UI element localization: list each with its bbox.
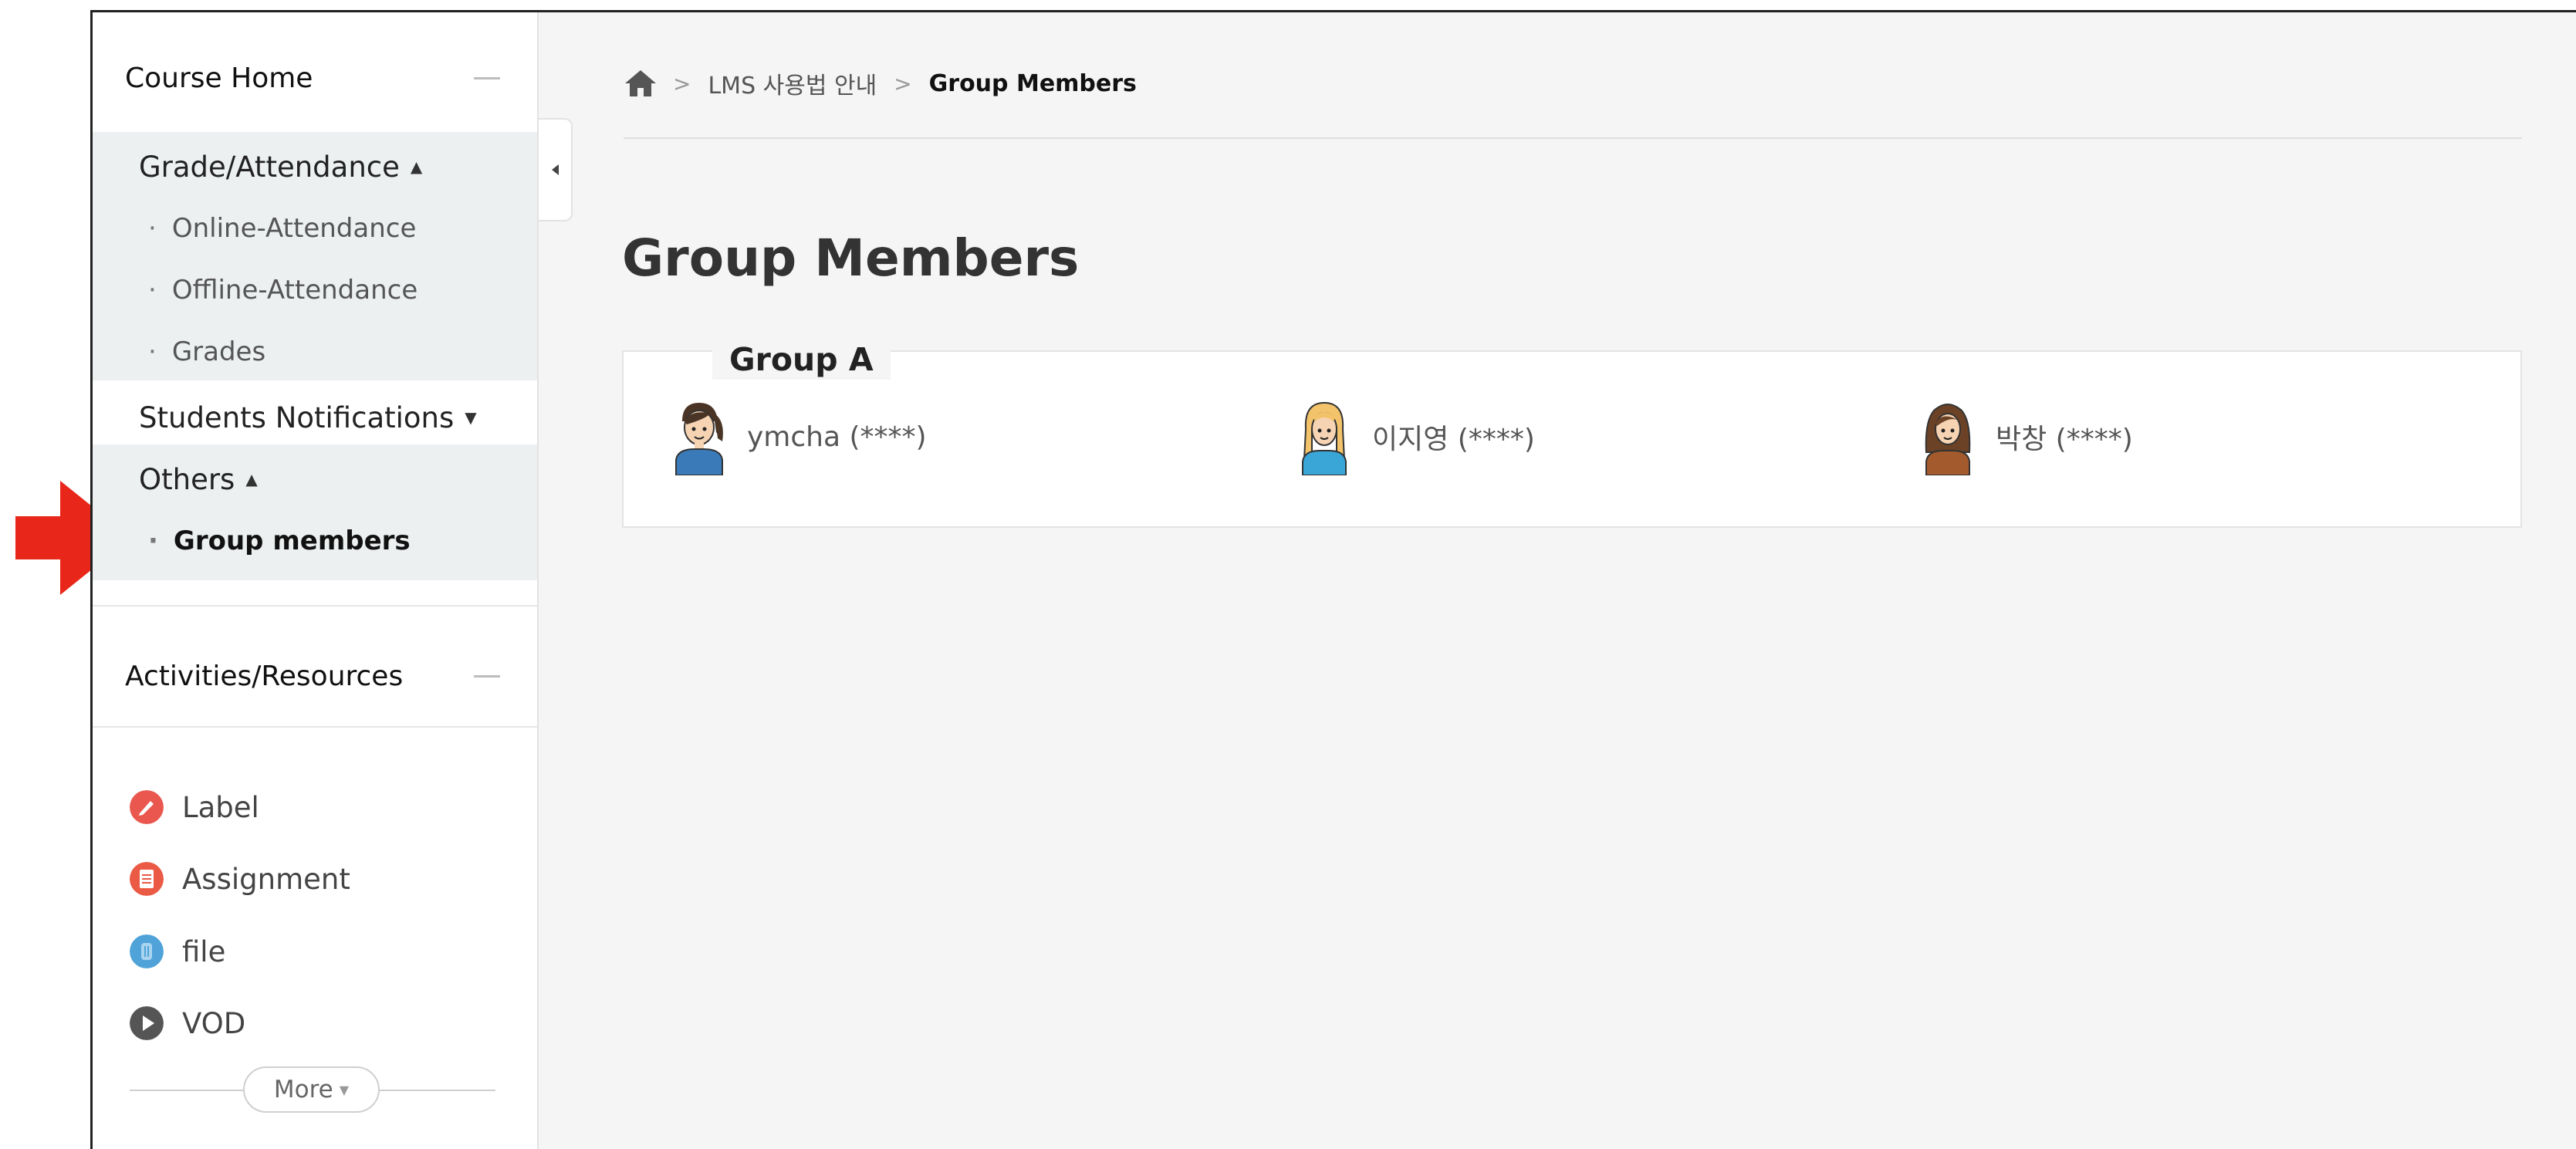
member-item[interactable]: 박창 (****)	[1920, 398, 2133, 475]
member-item[interactable]: 이지영 (****)	[1296, 398, 1535, 475]
girl-brown-hair-avatar-icon	[1925, 404, 1971, 475]
activity-label: Assignment	[182, 862, 350, 896]
home-icon[interactable]	[625, 70, 656, 96]
activity-assignment-item[interactable]: Assignment	[130, 856, 350, 902]
course-home-header[interactable]: Course Home	[93, 51, 537, 105]
grade-attendance-label: Grade/Attendance	[139, 150, 400, 184]
online-attendance-label: Online-Attendance	[171, 213, 417, 244]
activities-resources-label: Activities/Resources	[125, 660, 404, 692]
students-notifications-item[interactable]: Students Notifications ▼	[93, 390, 537, 444]
more-divider-left	[130, 1090, 243, 1091]
assignment-icon	[130, 862, 164, 896]
member-name: 박창 (****)	[1996, 424, 2133, 455]
group-members-item[interactable]: · Group members	[93, 518, 537, 564]
divider	[93, 605, 537, 607]
activity-file-item[interactable]: file	[130, 928, 225, 975]
bullet-icon: ·	[148, 275, 157, 306]
more-divider-right	[380, 1090, 495, 1091]
breadcrumb-current: Group Members	[928, 69, 1137, 97]
online-attendance-item[interactable]: · Online-Attendance	[93, 205, 537, 252]
member-name: ymcha (****)	[747, 421, 927, 453]
bullet-icon: ·	[148, 213, 157, 244]
breadcrumb-separator: >	[894, 70, 912, 96]
group-name: Group A	[712, 340, 891, 380]
course-home-label: Course Home	[125, 62, 313, 94]
more-label: More	[273, 1076, 333, 1103]
grades-item[interactable]: · Grades	[93, 329, 537, 375]
offline-attendance-item[interactable]: · Offline-Attendance	[93, 267, 537, 313]
girl-blonde-avatar-icon	[1302, 401, 1347, 475]
caret-up-icon: ▲	[410, 157, 423, 176]
header-divider	[624, 137, 2522, 139]
more-button[interactable]: More ▼	[243, 1066, 380, 1113]
sidebar: Course Home Grade/Attendance ▲ · Online-…	[93, 12, 539, 1149]
collapse-dash-icon[interactable]	[474, 76, 500, 79]
grade-attendance-item[interactable]: Grade/Attendance ▲	[93, 144, 537, 190]
page-title: Group Members	[622, 228, 1080, 288]
activity-label-item[interactable]: Label	[130, 784, 259, 830]
students-notifications-label: Students Notifications	[139, 400, 455, 434]
vod-icon	[130, 1006, 164, 1040]
caret-down-icon: ▼	[339, 1082, 350, 1097]
activity-label: Label	[182, 790, 259, 824]
file-icon	[130, 934, 164, 968]
sidebar-collapse-toggle[interactable]	[539, 118, 573, 221]
divider	[93, 726, 537, 728]
activity-vod-item[interactable]: VOD	[130, 1000, 245, 1046]
member-name: 이지영 (****)	[1372, 424, 1535, 455]
breadcrumb: > LMS 사용법 안내 > Group Members	[625, 66, 1137, 100]
collapse-dash-icon[interactable]	[474, 674, 500, 678]
girl-ponytail-avatar-icon	[675, 403, 723, 475]
offline-attendance-label: Offline-Attendance	[171, 275, 418, 306]
caret-down-icon: ▼	[465, 408, 477, 427]
label-icon	[130, 790, 164, 824]
breadcrumb-course-link[interactable]: LMS 사용법 안내	[708, 66, 877, 100]
breadcrumb-separator: >	[673, 70, 691, 96]
bullet-icon: ·	[148, 525, 158, 556]
grades-label: Grades	[171, 336, 266, 367]
activities-resources-header[interactable]: Activities/Resources	[93, 649, 537, 703]
others-label: Others	[139, 462, 235, 496]
activity-label: VOD	[182, 1006, 246, 1040]
bullet-icon: ·	[148, 336, 157, 367]
member-item[interactable]: ymcha (****)	[671, 398, 927, 475]
others-item[interactable]: Others ▲	[93, 456, 537, 502]
caret-up-icon: ▲	[245, 470, 258, 488]
activity-label: file	[182, 934, 226, 968]
group-members-label: Group members	[173, 525, 411, 556]
lms-window: Course Home Grade/Attendance ▲ · Online-…	[90, 10, 2576, 1149]
chevron-left-icon	[551, 164, 559, 175]
